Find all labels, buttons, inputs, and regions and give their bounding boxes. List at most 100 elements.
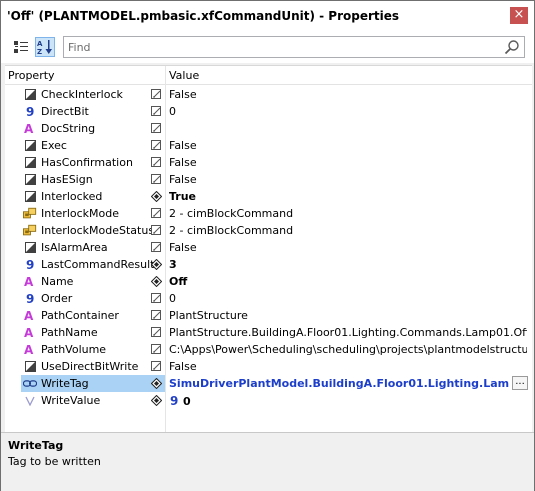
property-name[interactable]: Order [41,292,72,305]
close-button[interactable]: × [510,7,528,24]
edit-icon[interactable] [149,122,163,135]
property-value[interactable]: 90 [169,394,527,410]
property-name[interactable]: DirectBit [41,105,89,118]
edit-icon[interactable] [149,173,163,186]
property-value[interactable]: C:\Apps\Power\Scheduling\scheduling\proj… [169,343,527,356]
property-value[interactable]: 2 - cimBlockCommand [169,207,527,220]
property-value[interactable]: Off [169,275,527,288]
property-row-writevalue[interactable]: WriteValue 9 0 [5,392,532,409]
property-name[interactable]: HasConfirmation [41,156,133,169]
property-name[interactable]: IsAlarmArea [41,241,108,254]
edit-icon[interactable] [149,309,163,322]
edit-icon[interactable] [149,207,163,220]
property-row-hasesign[interactable]: HasESign False [5,171,532,188]
string-icon: A [23,308,37,323]
property-value[interactable]: 3 [169,258,527,271]
property-row-pathname[interactable]: A PathName PlantStructure.BuildingA.Floor0… [5,324,532,341]
property-name[interactable]: Exec [41,139,67,152]
search-icon[interactable] [504,39,520,55]
property-name[interactable]: PathVolume [41,343,106,356]
string-icon: A [23,342,37,357]
property-row-lastcommandresult[interactable]: 9 LastCommandResult 3 [5,256,532,273]
edit-icon[interactable] [149,88,163,101]
property-value[interactable]: True [169,190,527,203]
enum-icon [23,206,37,221]
property-name[interactable]: CheckInterlock [41,88,123,101]
property-name[interactable]: InterlockMode [41,207,119,220]
diamond-icon[interactable] [149,258,163,271]
svg-text:A: A [24,343,34,356]
boolean-icon [23,359,37,374]
property-row-isalarmarea[interactable]: IsAlarmArea False [5,239,532,256]
property-row-pathcontainer[interactable]: A PathContainer PlantStructure [5,307,532,324]
svg-text:A: A [24,309,34,322]
property-name[interactable]: Interlocked [41,190,102,203]
property-name[interactable]: WriteTag [41,377,89,390]
close-icon[interactable]: × [514,7,525,22]
property-name[interactable]: Name [41,275,73,288]
edit-icon[interactable] [149,224,163,237]
property-name[interactable]: PathContainer [41,309,119,322]
title-bar[interactable]: 'Off' (PLANTMODEL.pmbasic.xfCommandUnit)… [1,1,534,31]
property-name[interactable]: WriteValue [41,394,100,407]
property-row-checkinterlock[interactable]: CheckInterlock False [5,86,532,103]
categorized-view-button[interactable] [11,37,31,57]
property-value[interactable]: 2 - cimBlockCommand [169,224,527,237]
property-row-hasconfirmation[interactable]: HasConfirmation False [5,154,532,171]
property-value[interactable]: 0 [169,105,527,118]
edit-icon[interactable] [149,292,163,305]
property-row-writetag[interactable]: WriteTag SimuDriverPlantModel.BuildingA.F… [5,375,532,392]
property-row-docstring[interactable]: A DocString [5,120,532,137]
property-row-directbit[interactable]: 9 DirectBit 0 [5,103,532,120]
diamond-icon[interactable] [149,377,163,390]
property-column-header[interactable]: Property [8,69,55,82]
property-name[interactable]: DocString [41,122,95,135]
property-name[interactable]: HasESign [41,173,93,186]
property-value[interactable]: False [169,156,527,169]
property-name[interactable]: PathName [41,326,98,339]
edit-icon[interactable] [149,156,163,169]
description-title: WriteTag [8,439,64,452]
property-row-interlockmode[interactable]: InterlockMode 2 - cimBlockCommand [5,205,532,222]
property-name[interactable]: InterlockModeStatus [41,224,154,237]
property-value[interactable]: PlantStructure.BuildingA.Floor01.Lightin… [169,326,527,339]
edit-icon[interactable] [149,326,163,339]
property-value[interactable]: PlantStructure [169,309,527,322]
property-row-exec[interactable]: Exec False [5,137,532,154]
value-column-header[interactable]: Value [169,69,199,82]
property-row-interlocked[interactable]: Interlocked True [5,188,532,205]
diamond-icon[interactable] [149,190,163,203]
edit-icon[interactable] [149,343,163,356]
boolean-icon [23,240,37,255]
edit-icon[interactable] [149,139,163,152]
string-icon: A [23,274,37,289]
property-row-name[interactable]: A Name Off [5,273,532,290]
property-row-interlockmodestatus[interactable]: InterlockModeStatus 2 - cimBlockCommand [5,222,532,239]
edit-icon[interactable] [149,105,163,118]
property-value[interactable]: False [169,360,527,373]
property-row-pathvolume[interactable]: A PathVolume C:\Apps\Power\Scheduling\sche… [5,341,532,358]
svg-text:9: 9 [170,394,178,407]
property-name[interactable]: UseDirectBitWrite [41,360,138,373]
diamond-icon[interactable] [149,275,163,288]
diamond-icon[interactable] [149,394,163,407]
property-row-order[interactable]: 9 Order 0 [5,290,532,307]
string-icon: A [23,121,37,136]
property-value[interactable]: False [169,88,527,101]
property-value[interactable]: False [169,241,527,254]
edit-icon[interactable] [149,360,163,373]
property-value[interactable]: SimuDriverPlantModel.BuildingA.Floor01.L… [169,377,509,390]
alphabetical-view-button[interactable]: A Z [35,37,55,57]
window-title: 'Off' (PLANTMODEL.pmbasic.xfCommandUnit)… [7,9,400,23]
property-row-usedirectbitwrite[interactable]: UseDirectBitWrite False [5,358,532,375]
property-name[interactable]: LastCommandResult [41,258,154,271]
integer-icon: 9 [169,394,183,410]
boolean-icon [23,172,37,187]
property-value[interactable]: False [169,139,527,152]
browse-button[interactable]: ... [512,376,528,390]
search-input[interactable] [68,39,488,55]
search-box[interactable] [63,36,525,58]
edit-icon[interactable] [149,241,163,254]
property-value[interactable]: False [169,173,527,186]
property-value[interactable]: 0 [169,292,527,305]
